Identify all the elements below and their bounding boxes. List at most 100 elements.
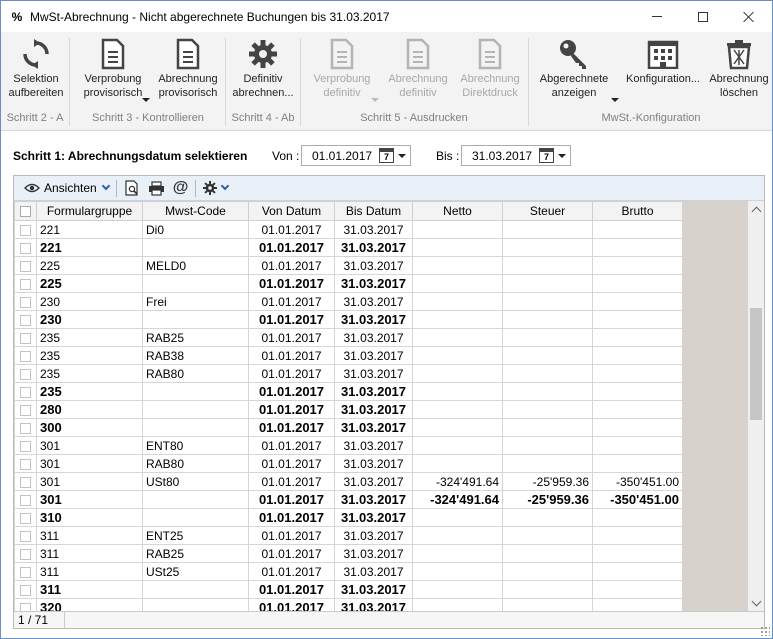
table-cell[interactable]: 235 <box>36 328 143 347</box>
table-cell[interactable]: 01.01.2017 <box>248 400 335 419</box>
scrollbar-thumb[interactable] <box>750 308 762 420</box>
ansichten-dropdown[interactable]: Ansichten <box>14 176 113 201</box>
von-date-field[interactable]: 01.01.2017 7 <box>301 145 411 166</box>
table-cell[interactable] <box>142 580 249 599</box>
table-cell[interactable]: 31.03.2017 <box>334 382 413 401</box>
table-cell[interactable]: -25'959.36 <box>502 490 593 509</box>
table-cell[interactable]: 31.03.2017 <box>334 292 413 311</box>
table-row-total[interactable]: 280 01.01.2017 31.03.2017 <box>14 400 683 419</box>
table-cell[interactable]: 311 <box>36 526 143 545</box>
table-row[interactable]: 235 RAB80 01.01.2017 31.03.2017 <box>14 364 683 383</box>
table-cell[interactable] <box>502 346 593 365</box>
definitiv-abrechnen-button[interactable]: Definitiv abrechnen... <box>229 36 297 108</box>
row-checkbox[interactable] <box>14 490 37 509</box>
maximize-button[interactable] <box>680 1 726 32</box>
table-cell[interactable]: RAB38 <box>142 346 249 365</box>
row-checkbox[interactable] <box>14 310 37 329</box>
row-checkbox[interactable] <box>14 580 37 599</box>
select-all-checkbox[interactable] <box>14 201 37 221</box>
table-cell[interactable]: 230 <box>36 310 143 329</box>
table-cell[interactable]: 01.01.2017 <box>248 364 335 383</box>
close-button[interactable] <box>726 1 772 32</box>
column-header-brutto[interactable]: Brutto <box>592 201 683 221</box>
table-cell[interactable]: 01.01.2017 <box>248 274 335 293</box>
scroll-down-arrow-icon[interactable] <box>748 595 764 611</box>
table-cell[interactable]: 31.03.2017 <box>334 508 413 527</box>
table-cell[interactable] <box>592 580 683 599</box>
table-row-total[interactable]: 235 01.01.2017 31.03.2017 <box>14 382 683 401</box>
table-cell[interactable] <box>502 400 593 419</box>
table-cell[interactable] <box>592 328 683 347</box>
table-cell[interactable] <box>502 364 593 383</box>
table-cell[interactable]: 301 <box>36 454 143 473</box>
table-cell[interactable]: 301 <box>36 436 143 455</box>
abgerechnete-dropdown-icon[interactable] <box>611 98 619 102</box>
table-cell[interactable]: USt25 <box>142 562 249 581</box>
table-cell[interactable]: 01.01.2017 <box>248 382 335 401</box>
table-cell[interactable] <box>502 418 593 437</box>
table-cell[interactable] <box>502 508 593 527</box>
resize-grip-icon[interactable] <box>760 626 770 636</box>
table-cell[interactable]: 01.01.2017 <box>248 328 335 347</box>
table-cell[interactable] <box>502 382 593 401</box>
table-row-total[interactable]: 310 01.01.2017 31.03.2017 <box>14 508 683 527</box>
table-cell[interactable] <box>412 274 503 293</box>
table-cell[interactable]: 221 <box>36 238 143 257</box>
table-cell[interactable]: 31.03.2017 <box>334 454 413 473</box>
table-cell[interactable]: 31.03.2017 <box>334 328 413 347</box>
table-cell[interactable] <box>502 256 593 275</box>
verprobung-definitiv-dropdown-icon[interactable] <box>371 98 379 102</box>
table-cell[interactable]: 300 <box>36 418 143 437</box>
vertical-scrollbar[interactable] <box>748 201 764 611</box>
verprobung-provisorisch-dropdown-icon[interactable] <box>142 98 150 102</box>
row-checkbox[interactable] <box>14 364 37 383</box>
table-cell[interactable]: 31.03.2017 <box>334 400 413 419</box>
table-cell[interactable] <box>142 310 249 329</box>
table-cell[interactable]: 311 <box>36 562 143 581</box>
table-cell[interactable]: -324'491.64 <box>412 490 503 509</box>
table-cell[interactable] <box>592 436 683 455</box>
row-checkbox[interactable] <box>14 274 37 293</box>
table-cell[interactable]: 31.03.2017 <box>334 238 413 257</box>
table-row[interactable]: 311 USt25 01.01.2017 31.03.2017 <box>14 562 683 581</box>
row-checkbox[interactable] <box>14 382 37 401</box>
table-cell[interactable] <box>592 310 683 329</box>
row-checkbox[interactable] <box>14 472 37 491</box>
table-cell[interactable] <box>592 418 683 437</box>
table-cell[interactable]: 235 <box>36 364 143 383</box>
table-row[interactable]: 225 MELD0 01.01.2017 31.03.2017 <box>14 256 683 275</box>
table-row-total[interactable]: 301 01.01.2017 31.03.2017 -324'491.64 -25'95… <box>14 490 683 509</box>
table-cell[interactable] <box>412 508 503 527</box>
table-cell[interactable]: 01.01.2017 <box>248 472 335 491</box>
table-cell[interactable]: 311 <box>36 544 143 563</box>
table-row[interactable]: 301 ENT80 01.01.2017 31.03.2017 <box>14 436 683 455</box>
print-preview-button[interactable] <box>120 176 144 201</box>
table-cell[interactable]: 01.01.2017 <box>248 256 335 275</box>
table-cell[interactable]: USt80 <box>142 472 249 491</box>
column-header-formulargruppe[interactable]: Formulargruppe <box>36 201 143 221</box>
table-cell[interactable] <box>142 508 249 527</box>
table-row[interactable]: 235 RAB25 01.01.2017 31.03.2017 <box>14 328 683 347</box>
table-row-total[interactable]: 221 01.01.2017 31.03.2017 <box>14 238 683 257</box>
table-cell[interactable]: 221 <box>36 220 143 239</box>
table-cell[interactable]: -25'959.36 <box>502 472 593 491</box>
table-cell[interactable] <box>412 256 503 275</box>
table-cell[interactable]: 31.03.2017 <box>334 472 413 491</box>
table-cell[interactable] <box>502 562 593 581</box>
table-cell[interactable] <box>412 238 503 257</box>
table-cell[interactable]: 31.03.2017 <box>334 256 413 275</box>
minimize-button[interactable] <box>634 1 680 32</box>
table-cell[interactable]: RAB80 <box>142 364 249 383</box>
row-checkbox[interactable] <box>14 508 37 527</box>
row-checkbox[interactable] <box>14 292 37 311</box>
column-header-von-datum[interactable]: Von Datum <box>248 201 335 221</box>
table-cell[interactable]: 31.03.2017 <box>334 346 413 365</box>
table-cell[interactable]: 01.01.2017 <box>248 526 335 545</box>
verprobung-provisorisch-button[interactable]: Verprobung provisorisch <box>77 36 149 108</box>
table-cell[interactable] <box>412 364 503 383</box>
table-cell[interactable] <box>502 328 593 347</box>
calendar-icon[interactable]: 7 <box>539 148 554 163</box>
table-cell[interactable] <box>412 346 503 365</box>
table-cell[interactable] <box>412 436 503 455</box>
table-cell[interactable] <box>592 400 683 419</box>
